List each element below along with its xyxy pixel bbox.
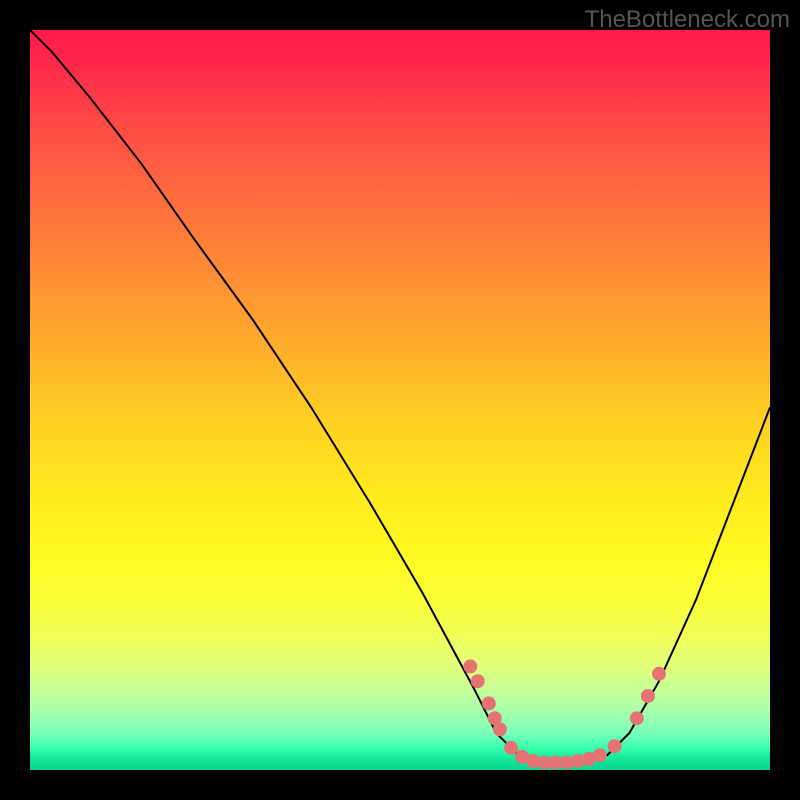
curve-marker [463, 659, 477, 673]
curve-marker [608, 739, 622, 753]
curve-marker [482, 696, 496, 710]
curve-marker [471, 674, 485, 688]
curve-marker [493, 722, 507, 736]
curve-marker-group [463, 659, 666, 769]
watermark-text: TheBottleneck.com [585, 6, 790, 34]
curve-marker [504, 741, 518, 755]
chart-svg [30, 30, 770, 770]
curve-marker [593, 748, 607, 762]
curve-marker [652, 667, 666, 681]
bottleneck-curve [30, 30, 770, 763]
curve-marker [630, 711, 644, 725]
chart-plot-area [30, 30, 770, 770]
curve-marker [641, 689, 655, 703]
